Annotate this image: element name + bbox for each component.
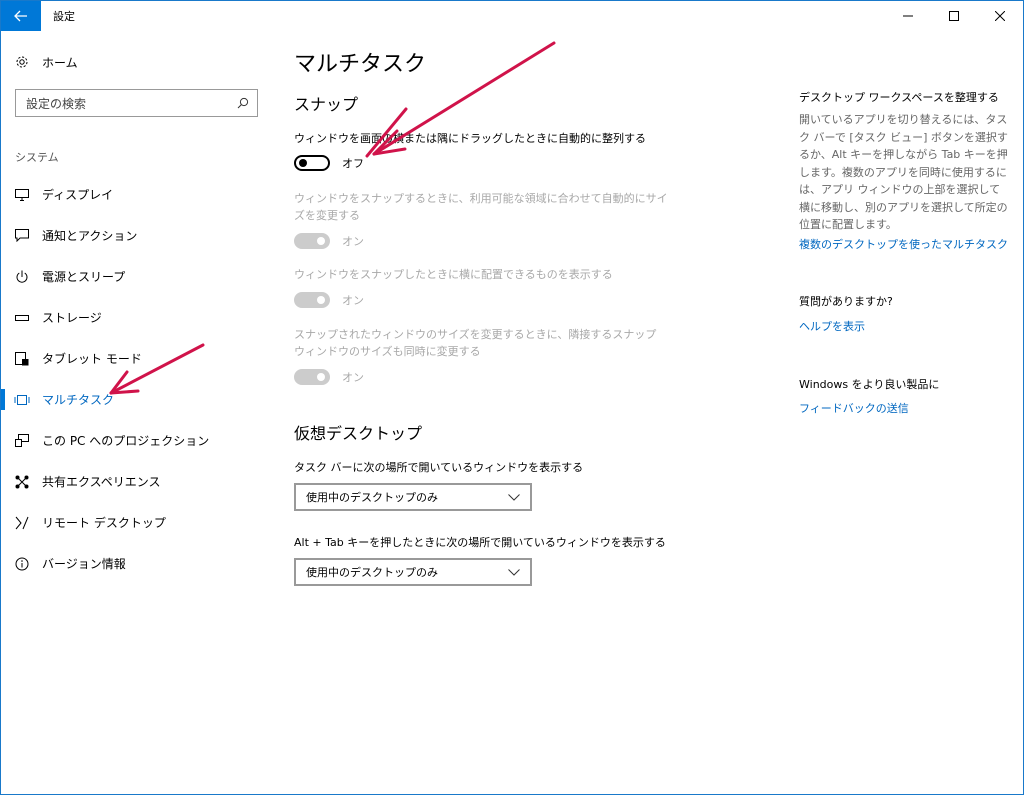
snap-arrange-toggle[interactable] <box>294 155 330 171</box>
nav-list: ディスプレイ 通知とアクション 電源とスリープ ストレージ タブレット モード … <box>1 174 273 584</box>
sidebar: ホーム 設定の検索 システム ディスプレイ 通知とアクション 電源とスリープ ス… <box>1 31 273 794</box>
workspace-heading: デスクトップ ワークスペースを整理する <box>799 91 999 104</box>
snap-arrange-state: オフ <box>342 157 364 170</box>
sidebar-item-notifications[interactable]: 通知とアクション <box>1 215 273 256</box>
remote-desktop-icon <box>14 515 30 531</box>
storage-icon <box>14 310 30 326</box>
sidebar-item-tablet-mode[interactable]: タブレット モード <box>1 338 273 379</box>
sidebar-item-display[interactable]: ディスプレイ <box>1 174 273 215</box>
taskbar-windows-label: タスク バーに次の場所で開いているウィンドウを表示する <box>294 461 584 474</box>
app-title: 設定 <box>53 10 75 23</box>
minimize-icon <box>903 15 913 17</box>
section-label-system: システム <box>15 151 59 164</box>
sidebar-item-power[interactable]: 電源とスリープ <box>1 256 273 297</box>
sidebar-item-storage[interactable]: ストレージ <box>1 297 273 338</box>
workspace-description: 開いているアプリを切り替えるには、タスク バーで [タスク ビュー] ボタンを選… <box>799 113 1008 231</box>
maximize-icon <box>949 11 959 21</box>
send-feedback-link[interactable]: フィードバックの送信 <box>799 400 909 416</box>
sidebar-item-label: この PC へのプロジェクション <box>42 434 210 448</box>
shared-experience-icon <box>14 474 30 490</box>
sidebar-item-label: 電源とスリープ <box>42 270 126 284</box>
snap-resize-label: ウィンドウをスナップするときに、利用可能な領域に合わせて自動的にサイズを変更する <box>294 192 668 222</box>
get-help-link[interactable]: ヘルプを表示 <box>799 318 865 334</box>
search-placeholder: 設定の検索 <box>26 96 87 111</box>
snap-assist-state: オン <box>342 294 364 307</box>
alttab-windows-label: Alt + Tab キーを押したときに次の場所で開いているウィンドウを表示する <box>294 536 666 549</box>
alttab-windows-select[interactable]: 使用中のデスクトップのみ <box>294 558 532 586</box>
settings-window: 設定 ホーム 設定の検索 システム ディスプレイ 通知とアクション 電源とスリー… <box>0 0 1024 795</box>
snap-adjacent-resize-label: スナップされたウィンドウのサイズを変更するときに、隣接するスナップ ウィンドウの… <box>294 328 657 358</box>
gear-icon <box>13 55 31 69</box>
snap-adjacent-resize-state: オン <box>342 371 364 384</box>
alttab-windows-value: 使用中のデスクトップのみ <box>306 566 438 579</box>
tablet-mode-icon <box>14 351 30 367</box>
toggle-knob <box>317 373 325 381</box>
display-icon <box>14 187 30 203</box>
page-title: マルチタスク <box>294 52 427 77</box>
search-input[interactable]: 設定の検索 <box>15 89 258 117</box>
sidebar-item-shared-experiences[interactable]: 共有エクスペリエンス <box>1 461 273 502</box>
window-controls <box>885 1 1023 31</box>
sidebar-item-multitasking[interactable]: マルチタスク <box>1 379 273 420</box>
sidebar-item-about[interactable]: バージョン情報 <box>1 543 273 584</box>
sidebar-item-label: バージョン情報 <box>42 557 126 571</box>
sidebar-item-label: リモート デスクトップ <box>42 516 166 530</box>
feedback-heading: Windows をより良い製品に <box>799 378 940 391</box>
info-icon <box>14 556 30 572</box>
close-icon <box>995 11 1005 21</box>
title-bar: 設定 <box>1 1 1023 31</box>
multiple-desktops-link[interactable]: 複数のデスクトップを使ったマルチタスク <box>799 236 1008 252</box>
projection-icon <box>14 433 30 449</box>
snap-assist-row: オン <box>294 292 364 308</box>
nav-home-label: ホーム <box>42 55 78 70</box>
snap-assist-label: ウィンドウをスナップしたときに横に配置できるものを表示する <box>294 268 613 281</box>
snap-resize-state: オン <box>342 235 364 248</box>
maximize-button[interactable] <box>931 1 977 31</box>
chevron-down-icon <box>508 493 520 501</box>
search-icon <box>237 97 249 109</box>
toggle-knob <box>317 296 325 304</box>
section-heading-snap: スナップ <box>294 95 359 114</box>
sidebar-item-label: タブレット モード <box>42 352 142 366</box>
multitasking-icon <box>14 392 30 408</box>
close-button[interactable] <box>977 1 1023 31</box>
power-icon <box>14 269 30 285</box>
nav-home[interactable]: ホーム <box>13 51 78 73</box>
snap-assist-toggle[interactable] <box>294 292 330 308</box>
notification-icon <box>14 228 30 244</box>
snap-adjacent-resize-row: オン <box>294 369 364 385</box>
sidebar-item-remote-desktop[interactable]: リモート デスクトップ <box>1 502 273 543</box>
chevron-down-icon <box>508 568 520 576</box>
taskbar-windows-select[interactable]: 使用中のデスクトップのみ <box>294 483 532 511</box>
sidebar-item-label: ストレージ <box>42 311 102 325</box>
toggle-knob <box>299 159 307 167</box>
snap-arrange-label: ウィンドウを画面の横または隅にドラッグしたときに自動的に整列する <box>294 132 646 145</box>
taskbar-windows-value: 使用中のデスクトップのみ <box>306 491 438 504</box>
sidebar-item-projection[interactable]: この PC へのプロジェクション <box>1 420 273 461</box>
back-arrow-icon <box>14 10 27 22</box>
back-button[interactable] <box>1 1 41 31</box>
sidebar-item-label: 共有エクスペリエンス <box>42 475 161 489</box>
minimize-button[interactable] <box>885 1 931 31</box>
snap-resize-row: オン <box>294 233 364 249</box>
snap-adjacent-resize-toggle[interactable] <box>294 369 330 385</box>
toggle-knob <box>317 237 325 245</box>
sidebar-item-label: マルチタスク <box>42 393 115 407</box>
question-heading: 質問がありますか? <box>799 295 893 308</box>
sidebar-item-label: 通知とアクション <box>42 229 138 243</box>
section-heading-virtual-desktops: 仮想デスクトップ <box>294 424 423 443</box>
snap-arrange-row: オフ <box>294 155 364 171</box>
snap-resize-toggle[interactable] <box>294 233 330 249</box>
sidebar-item-label: ディスプレイ <box>42 188 114 202</box>
